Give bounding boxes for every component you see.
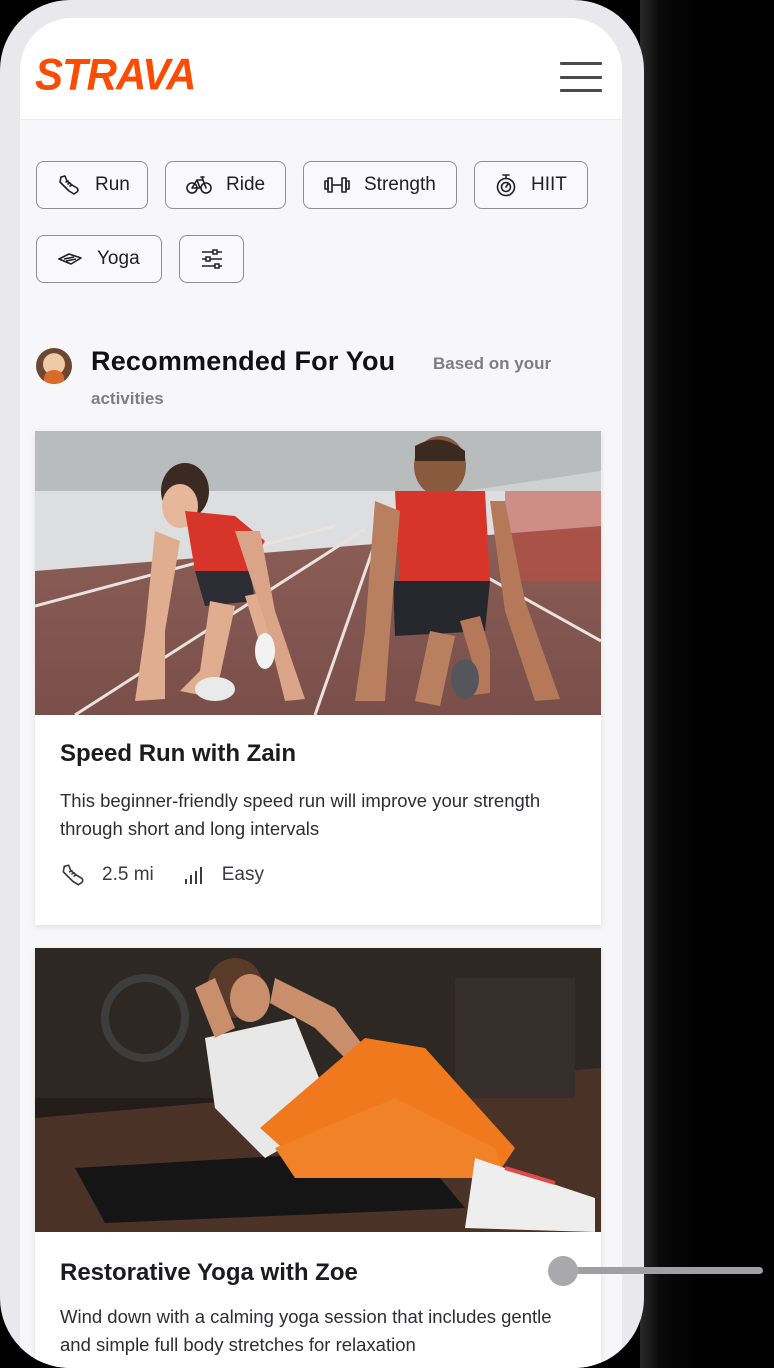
filter-label: Yoga [97,248,140,269]
scroll-track[interactable] [575,1267,763,1274]
bicycle-icon [186,176,212,194]
device-shadow [640,0,774,1368]
workout-difficulty: Easy [221,864,264,885]
workout-distance: 2.5 mi [102,864,154,885]
workout-image-situps [35,948,601,1232]
workout-title: Speed Run with Zain [60,740,297,767]
stopwatch-icon [496,174,516,197]
workout-description: This beginner-friendly speed run will im… [60,790,541,839]
filter-label: Run [95,174,130,195]
section-subtitle-cont: activities [91,389,164,408]
filter-sliders-icon [201,249,222,269]
running-shoe-icon [59,175,79,195]
user-avatar[interactable] [36,348,72,384]
scroll-handle[interactable] [548,1256,578,1286]
app-header: STRAVA [20,18,622,120]
filter-label: HIIT [531,174,567,195]
section-title: Recommended For You [91,346,396,376]
app-screen: STRAVA Run Ride Strength HIIT Yoga Recom… [20,18,622,1368]
filter-chip-yoga[interactable]: Yoga [36,235,162,283]
filter-chip-strength[interactable]: Strength [303,161,457,209]
workout-image-runners [35,431,601,715]
running-shoe-icon [62,864,84,886]
workout-meta: 2.5 mi Easy [60,862,264,888]
filter-chip-run[interactable]: Run [36,161,148,209]
yoga-mat-icon [58,253,82,265]
workout-card[interactable]: Speed Run with Zain This beginner-friend… [35,431,601,925]
phone-frame: STRAVA Run Ride Strength HIIT Yoga Recom… [0,0,644,1368]
dumbbell-icon [324,177,350,193]
workout-card[interactable]: Restorative Yoga with Zoe Wind down with… [35,948,601,1368]
filter-settings-button[interactable] [179,235,244,283]
filter-chip-ride[interactable]: Ride [165,161,286,209]
filter-chip-hiit[interactable]: HIIT [474,161,588,209]
filter-label: Strength [364,174,436,195]
hamburger-menu-icon[interactable] [560,62,602,92]
filter-label: Ride [226,174,266,195]
workout-description: Wind down with a calming yoga session th… [60,1306,552,1355]
section-subtitle: Based on your [433,354,552,373]
workout-title: Restorative Yoga with Zoe [60,1259,358,1286]
strava-logo[interactable]: STRAVA [35,52,196,97]
difficulty-bars-icon [184,867,202,884]
